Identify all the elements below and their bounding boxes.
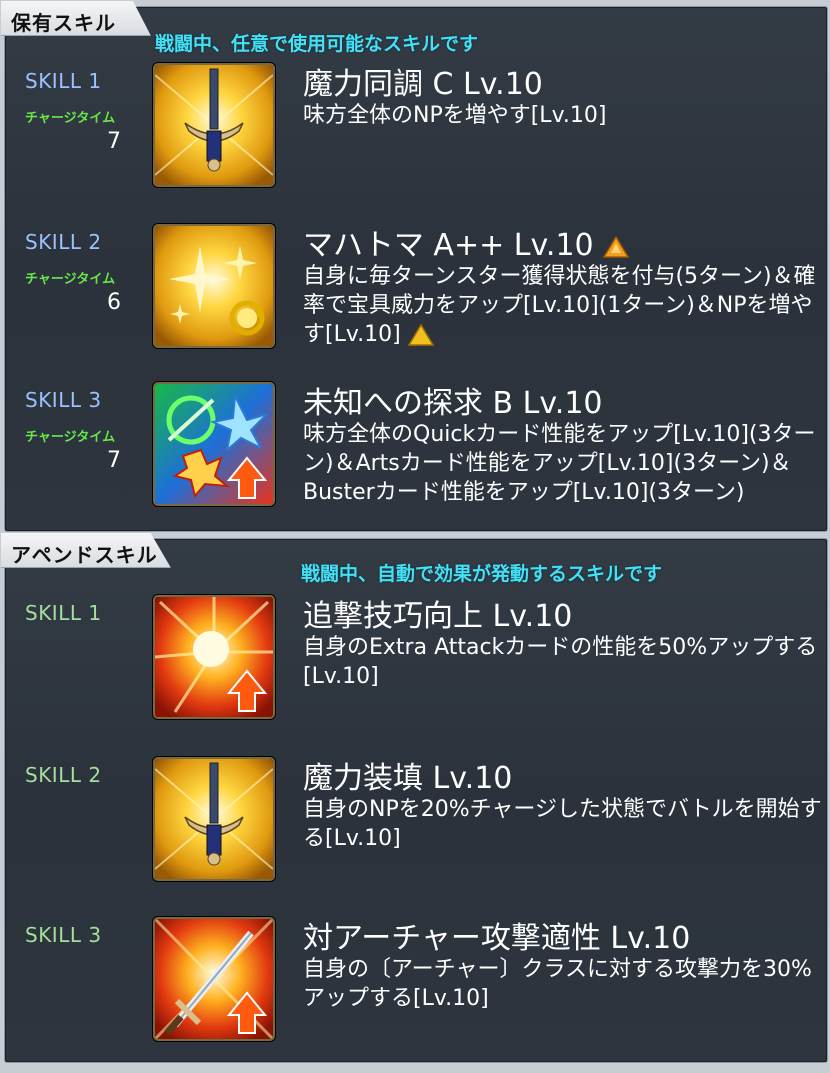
owned-skills-tab-label: 保有スキル [11, 11, 116, 35]
charge-time-label: チャージタイム [25, 111, 116, 126]
append-skill-row-3[interactable]: SKILL 3 対アーチャー攻撃適性 Lv.10 自身の〔アーチャー〕クラスに対… [5, 917, 827, 1073]
skill-slot-label: SKILL 3 [25, 388, 102, 412]
charge-time-label: チャージタイム [25, 272, 116, 287]
skill-description: 自身のNPを20%チャージした状態でバトルを開始する[Lv.10] [303, 797, 822, 851]
skill-description: 自身に毎ターンスター獲得状態を付与(5ターン)＆確率で宝具威力をアップ[Lv.1… [303, 262, 823, 349]
append-skills-tab-label: アペンドスキル [11, 543, 158, 567]
skill-description: 自身のExtra Attackカードの性能を50%アップする[Lv.10] [303, 635, 818, 689]
sword-np-icon[interactable] [153, 757, 275, 881]
sword-attack-up-icon[interactable] [153, 917, 275, 1041]
append-skills-subtitle: 戦闘中、自動で効果が発動するスキルです [301, 563, 663, 585]
upgrade-triangle-icon [407, 324, 434, 346]
skill-description: 味方全体のNPを増やす[Lv.10] [303, 103, 607, 128]
append-skills-tab: アペンドスキル [1, 533, 171, 568]
skill-slot-label: SKILL 3 [25, 923, 102, 947]
star-regen-icon[interactable] [153, 224, 275, 348]
upgrade-triangle-icon [603, 235, 630, 258]
sword-np-icon[interactable] [153, 63, 275, 187]
skill-name: 追撃技巧向上 Lv.10 [303, 599, 573, 634]
skill-slot-label: SKILL 2 [25, 763, 102, 787]
skill-name: 魔力同調 C Lv.10 [303, 67, 543, 102]
owned-skill-row-1[interactable]: SKILL 1 チャージタイム 7 魔力同調 C Lv.10 味方全体のNPを増… [5, 63, 827, 219]
card-buff-icon[interactable] [153, 382, 275, 506]
owned-skill-row-3[interactable]: SKILL 3 チャージタイム 7 未知への探求 B Lv.10 味方全体のQu… [5, 382, 827, 538]
skill-slot-label: SKILL 1 [25, 601, 102, 625]
skill-description: 自身の〔アーチャー〕クラスに対する攻撃力を30%アップする[Lv.10] [303, 957, 812, 1011]
skill-name: 未知への探求 B Lv.10 [303, 386, 603, 421]
charge-time-value: 7 [107, 129, 121, 154]
skill-description-text: 自身に毎ターンスター獲得状態を付与(5ターン)＆確率で宝具威力をアップ[Lv.1… [303, 264, 816, 347]
append-skill-row-1[interactable]: SKILL 1 追撃技巧向上 Lv.10 自身のExtra Attackカードの… [5, 595, 827, 751]
skill-slot-label: SKILL 1 [25, 69, 102, 93]
charge-time-label: チャージタイム [25, 430, 116, 445]
skill-name-text: マハトマ A++ Lv.10 [303, 228, 594, 263]
charge-time-value: 6 [107, 290, 121, 315]
skill-slot-label: SKILL 2 [25, 230, 102, 254]
append-skill-row-2[interactable]: SKILL 2 魔力装填 Lv.10 自身のNPを20%チャージした状態でバトル… [5, 757, 827, 913]
owned-skills-panel: 保有スキル 戦闘中、任意で使用可能なスキルです SKILL 1 チャージタイム … [1, 1, 828, 532]
skill-name: マハトマ A++ Lv.10 [303, 220, 630, 264]
append-skills-panel: アペンドスキル 戦闘中、自動で効果が発動するスキルです SKILL 1 追撃技巧… [1, 533, 828, 1063]
extra-attack-up-icon[interactable] [153, 595, 275, 719]
owned-skills-tab: 保有スキル [1, 1, 151, 36]
owned-skill-row-2[interactable]: SKILL 2 チャージタイム 6 マハトマ A++ Lv.10 自身に毎ターン… [5, 224, 827, 380]
skill-name: 魔力装填 Lv.10 [303, 761, 513, 796]
owned-skills-subtitle: 戦闘中、任意で使用可能なスキルです [155, 33, 479, 55]
skill-name: 対アーチャー攻撃適性 Lv.10 [303, 921, 691, 956]
skill-description: 味方全体のQuickカード性能をアップ[Lv.10](3ターン)＆Artsカード… [303, 422, 816, 505]
charge-time-value: 7 [107, 448, 121, 473]
